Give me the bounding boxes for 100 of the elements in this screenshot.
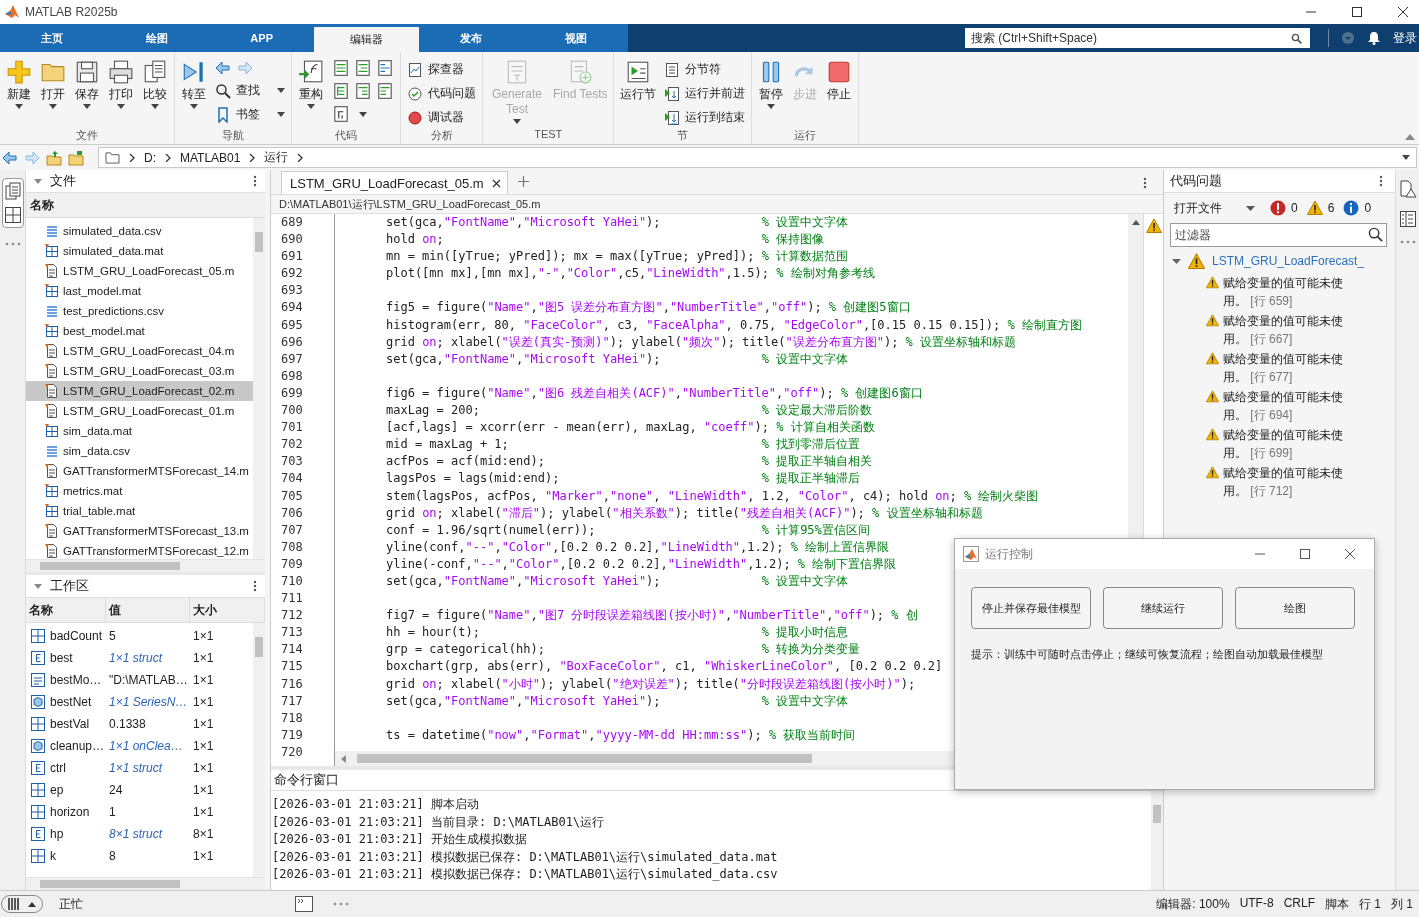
- dialog-button[interactable]: 继续运行: [1103, 587, 1223, 629]
- file-row[interactable]: simulated_data.mat: [26, 241, 253, 261]
- toolstrip-button[interactable]: 新建: [3, 59, 35, 109]
- dropdown-icon[interactable]: [1402, 155, 1410, 160]
- close-icon[interactable]: [1344, 548, 1356, 560]
- file-row[interactable]: GATTransformerMTSForecast_14.m: [26, 461, 253, 481]
- warning-icon[interactable]: [1145, 218, 1162, 234]
- toolstrip-button[interactable]: 探查器: [407, 59, 476, 80]
- maximize-icon[interactable]: [1351, 6, 1363, 18]
- caret-icon[interactable]: [359, 111, 367, 117]
- path-segment[interactable]: D:: [144, 150, 156, 165]
- toolstrip-button[interactable]: 分节符: [664, 59, 746, 80]
- file-row[interactable]: GATTransformerMTSForecast_12.m: [26, 541, 253, 559]
- address-field[interactable]: D: MATLAB01 运行: [98, 147, 1417, 168]
- vertical-scrollbar[interactable]: [253, 623, 265, 877]
- vertical-scrollbar[interactable]: [253, 218, 265, 559]
- issue-text[interactable]: 赋给变量的值可能未使用。 [行 699]: [1223, 426, 1353, 462]
- ribbon-tab[interactable]: APP: [209, 24, 314, 52]
- more-icon[interactable]: [1399, 240, 1416, 244]
- more-icon[interactable]: [4, 242, 21, 246]
- toolstrip-button[interactable]: 比较: [139, 59, 171, 109]
- browse-folder-icon[interactable]: [68, 149, 84, 166]
- file-row[interactable]: sim_data.mat: [26, 421, 253, 441]
- file-row[interactable]: test_predictions.csv: [26, 301, 253, 321]
- file-row[interactable]: LSTM_GRU_LoadForecast_04.m: [26, 341, 253, 361]
- toolstrip-button[interactable]: 查找: [215, 80, 285, 101]
- close-icon[interactable]: [491, 178, 501, 188]
- bell-icon[interactable]: [1367, 31, 1381, 45]
- file-row[interactable]: metrics.mat: [26, 481, 253, 501]
- file-row[interactable]: LSTM_GRU_LoadForecast_05.m: [26, 261, 253, 281]
- file-row[interactable]: sim_data.csv: [26, 441, 253, 461]
- toolstrip-button[interactable]: 运行节: [617, 59, 660, 102]
- more-icon[interactable]: [333, 902, 349, 906]
- file-row[interactable]: GATTransformerMTSForecast_13.m: [26, 521, 253, 541]
- horizontal-scrollbar[interactable]: [26, 877, 265, 890]
- layout-grid-icon[interactable]: [3, 206, 22, 224]
- file-row[interactable]: trial_table.mat: [26, 501, 253, 521]
- collapse-caret-icon[interactable]: [34, 178, 42, 184]
- expanded-caret-icon[interactable]: [1172, 256, 1181, 266]
- file-row[interactable]: simulated_data.csv: [26, 221, 253, 241]
- code-format-icon[interactable]: [376, 82, 394, 100]
- toolstrip-button[interactable]: 重构: [295, 59, 327, 109]
- command-window-icon[interactable]: [295, 896, 313, 912]
- list-panel-icon[interactable]: [1398, 210, 1417, 228]
- more-icon[interactable]: [1143, 177, 1147, 189]
- error-icon[interactable]: [1270, 200, 1286, 216]
- back-arrow-icon[interactable]: [2, 149, 18, 166]
- more-icon[interactable]: [253, 175, 257, 187]
- column-header[interactable]: 大小: [190, 598, 265, 622]
- vertical-scrollbar[interactable]: [1151, 791, 1163, 890]
- file-link[interactable]: LSTM_GRU_LoadForecast_: [1212, 254, 1365, 268]
- toolstrip-button[interactable]: 书签: [215, 104, 285, 125]
- code-format-icon[interactable]: [354, 82, 372, 100]
- dialog-button[interactable]: 停止并保存最佳模型: [971, 587, 1091, 629]
- file-row[interactable]: LSTM_GRU_LoadForecast_01.m: [26, 401, 253, 421]
- file-row[interactable]: last_model.mat: [26, 281, 253, 301]
- add-tab-icon[interactable]: [517, 176, 529, 187]
- column-header[interactable]: 名称: [26, 598, 106, 622]
- column-header[interactable]: 名称: [30, 196, 54, 214]
- sign-in-link[interactable]: 登录: [1387, 24, 1419, 52]
- path-segment[interactable]: MATLAB01: [180, 150, 241, 165]
- code-format-icon[interactable]: [332, 59, 350, 77]
- more-icon[interactable]: [253, 580, 257, 592]
- up-folder-icon[interactable]: [46, 149, 62, 166]
- code-format-icon[interactable]: [332, 105, 350, 123]
- toolstrip-button[interactable]: 打开: [37, 59, 69, 109]
- file-row[interactable]: LSTM_GRU_LoadForecast_02.m: [26, 381, 253, 401]
- scope-dropdown[interactable]: 打开文件: [1174, 199, 1255, 217]
- ribbon-tab[interactable]: 编辑器: [314, 27, 419, 52]
- code-format-icon[interactable]: [376, 59, 394, 77]
- toolstrip-button[interactable]: 调试器: [407, 107, 476, 128]
- toolstrip-button[interactable]: 运行并前进: [664, 83, 746, 104]
- issue-text[interactable]: 赋给变量的值可能未使用。 [行 694]: [1223, 388, 1353, 424]
- warning-icon[interactable]: [1306, 200, 1323, 216]
- back-arrow-icon[interactable]: [215, 60, 231, 76]
- ribbon-tab[interactable]: 主页: [0, 24, 105, 52]
- collapse-icon[interactable]: [1405, 133, 1415, 141]
- close-icon[interactable]: [1397, 6, 1409, 18]
- issue-text[interactable]: 赋给变量的值可能未使用。 [行 712]: [1223, 464, 1353, 500]
- file-row[interactable]: LSTM_GRU_LoadForecast_03.m: [26, 361, 253, 381]
- editor-tab[interactable]: LSTM_GRU_LoadForecast_05.m: [281, 171, 508, 194]
- document-warning-icon[interactable]: [1398, 180, 1417, 198]
- issue-text[interactable]: 赋给变量的值可能未使用。 [行 677]: [1223, 350, 1353, 386]
- code-format-icon[interactable]: [332, 82, 350, 100]
- ribbon-tab[interactable]: 发布: [418, 24, 524, 52]
- toolstrip-button[interactable]: 转至: [178, 59, 210, 109]
- toolstrip-button[interactable]: 代码问题: [407, 83, 476, 104]
- toolstrip-button[interactable]: 打印: [105, 59, 137, 109]
- issue-text[interactable]: 赋给变量的值可能未使用。 [行 667]: [1223, 312, 1353, 348]
- toolstrip-button[interactable]: 停止: [823, 59, 856, 102]
- search-field[interactable]: 搜索 (Ctrl+Shift+Space): [965, 28, 1310, 48]
- toolstrip-button[interactable]: 运行到结束: [664, 107, 746, 128]
- info-icon[interactable]: [1343, 200, 1360, 216]
- documents-icon[interactable]: [3, 182, 22, 200]
- dialog-button[interactable]: 绘图: [1235, 587, 1355, 629]
- column-header[interactable]: 值: [106, 598, 190, 622]
- file-row[interactable]: best_model.mat: [26, 321, 253, 341]
- scroll-up-icon[interactable]: [1131, 220, 1140, 225]
- toolstrip-button[interactable]: 暂停: [755, 59, 788, 109]
- ribbon-tab[interactable]: 绘图: [104, 24, 210, 52]
